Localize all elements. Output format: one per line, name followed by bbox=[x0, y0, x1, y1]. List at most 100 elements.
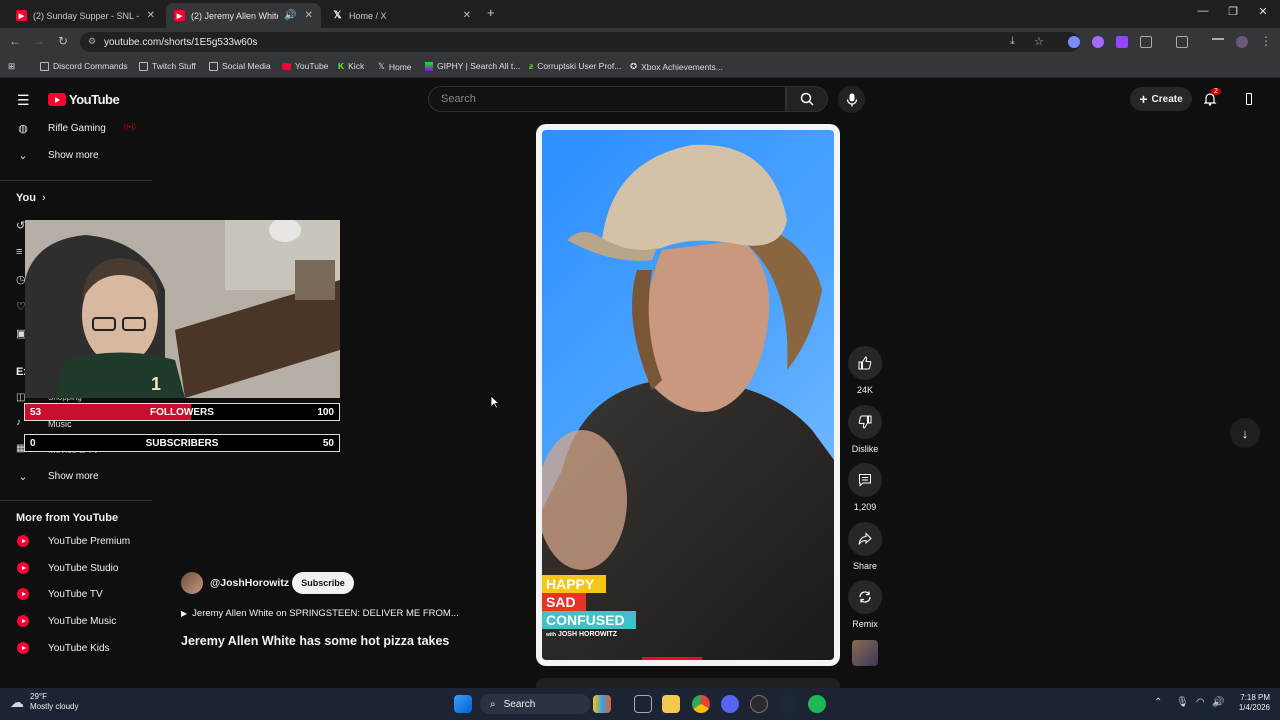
channel-avatar[interactable] bbox=[181, 572, 203, 594]
shorts-video-player[interactable]: HAPPY SAD CONFUSED with JOSH HOROWITZ bbox=[536, 124, 840, 666]
sidebar-show-more-2[interactable]: ⌄ Show more bbox=[0, 463, 150, 489]
menu-dots-icon[interactable]: ⋮ bbox=[1260, 34, 1272, 48]
account-avatar[interactable] bbox=[1246, 93, 1252, 105]
browser-tab-jeremy[interactable]: ▶ (2) Jeremy Allen White has 🔊 ✕ bbox=[166, 3, 321, 28]
forward-icon[interactable]: → bbox=[31, 34, 47, 48]
reload-icon[interactable]: ↻ bbox=[55, 34, 71, 48]
create-button[interactable]: + Create bbox=[1130, 87, 1192, 111]
bookmark-kick[interactable]: K Kick bbox=[338, 61, 364, 71]
minimize-icon[interactable]: — bbox=[1188, 5, 1218, 17]
close-tab-icon[interactable]: ✕ bbox=[305, 10, 313, 21]
video-frame[interactable]: HAPPY SAD CONFUSED with JOSH HOROWITZ bbox=[542, 130, 834, 660]
bookmark-giphy[interactable]: GIPHY | Search All t... bbox=[425, 61, 520, 71]
bookmark-youtube[interactable]: YouTube bbox=[282, 61, 328, 71]
close-tab-icon[interactable]: ✕ bbox=[463, 10, 471, 21]
wifi-icon[interactable]: ◠ bbox=[1196, 697, 1205, 708]
subscribe-button[interactable]: Subscribe bbox=[292, 572, 354, 594]
related-video-link[interactable]: ▶ Jeremy Allen White on SPRINGSTEEN: DEL… bbox=[181, 608, 459, 619]
dislike-button[interactable]: Dislike bbox=[848, 405, 882, 454]
extension-icon[interactable] bbox=[1092, 36, 1104, 48]
sidebar-item-label: YouTube Studio bbox=[48, 562, 119, 574]
media-controls-icon[interactable] bbox=[1212, 38, 1224, 46]
side-panel-icon[interactable] bbox=[1176, 36, 1188, 48]
sidebar-item-music-app[interactable]: YouTube Music bbox=[0, 608, 150, 634]
speaker-icon[interactable]: 🔊 bbox=[284, 10, 296, 21]
tray-chevron-up-icon[interactable]: ⌃ bbox=[1154, 697, 1162, 708]
sidebar-item-kids[interactable]: YouTube Kids bbox=[0, 635, 150, 661]
browser-tab-snl[interactable]: ▶ (2) Sunday Supper - SNL - YouTu ✕ bbox=[8, 3, 163, 28]
like-button[interactable]: 24K bbox=[848, 346, 882, 395]
profile-avatar[interactable] bbox=[1236, 36, 1248, 48]
discord-icon[interactable] bbox=[721, 695, 739, 713]
sidebar-item-studio[interactable]: YouTube Studio bbox=[0, 555, 150, 581]
sidebar-show-more[interactable]: ⌄ Show more bbox=[0, 142, 150, 168]
hamburger-menu-icon[interactable]: ☰ bbox=[17, 92, 30, 109]
notification-badge: 2 bbox=[1211, 88, 1221, 95]
spotify-icon[interactable] bbox=[808, 695, 826, 713]
task-view-icon[interactable] bbox=[634, 695, 652, 713]
microphone-tray-icon[interactable]: 🎙 bbox=[1176, 697, 1189, 708]
clock[interactable]: 7:18 PM 1/4/2026 bbox=[1230, 693, 1270, 713]
bookmark-corruptski[interactable]: ƶ Corruptski User Prof... bbox=[529, 61, 621, 71]
chrome-icon[interactable] bbox=[692, 695, 710, 713]
svg-text:1: 1 bbox=[151, 374, 161, 394]
bookmark-xbox[interactable]: ✪ Xbox Achievements... bbox=[630, 61, 723, 72]
install-icon[interactable]: ⤓ bbox=[1010, 35, 1015, 48]
file-explorer-icon[interactable] bbox=[662, 695, 680, 713]
browser-tab-x[interactable]: 𝕏 Home / X ✕ bbox=[324, 3, 479, 28]
share-button[interactable]: Share bbox=[848, 522, 882, 571]
close-tab-icon[interactable]: ✕ bbox=[147, 10, 155, 21]
sidebar-you-heading[interactable]: You › bbox=[16, 192, 46, 204]
new-tab-icon[interactable]: + bbox=[487, 5, 495, 20]
notifications-button[interactable]: 2 bbox=[1203, 88, 1221, 111]
play-icon: ▶ bbox=[181, 609, 188, 618]
search-button[interactable] bbox=[786, 86, 828, 112]
bookmark-discord-commands[interactable]: Discord Commands bbox=[40, 61, 128, 71]
webcam-overlay: 1 bbox=[25, 220, 340, 398]
apps-grid-icon[interactable]: ⊞ bbox=[8, 61, 15, 72]
history-icon[interactable]: ↺ bbox=[16, 219, 25, 232]
restore-icon[interactable]: ❐ bbox=[1218, 5, 1248, 18]
bookmark-label: Kick bbox=[348, 61, 365, 71]
back-icon[interactable]: ← bbox=[7, 34, 23, 48]
remix-icon bbox=[859, 591, 871, 603]
bookmark-label: YouTube bbox=[295, 61, 329, 71]
playlists-icon[interactable]: ≡ bbox=[16, 246, 22, 258]
address-bar[interactable]: ⚙ youtube.com/shorts/1E5g533w60s ⤓ ☆ bbox=[80, 32, 1080, 52]
taskbar-search[interactable]: ⌕ Search bbox=[480, 694, 590, 714]
remix-label: Remix bbox=[852, 619, 878, 629]
logo-line-confused: CONFUSED bbox=[542, 611, 636, 629]
extensions-puzzle-icon[interactable] bbox=[1140, 36, 1152, 48]
bookmark-twitch-stuff[interactable]: Twitch Stuff bbox=[139, 61, 196, 71]
sidebar-item-premium[interactable]: YouTube Premium bbox=[0, 528, 150, 554]
weather-widget[interactable]: ☁ 29°F Mostly cloudy bbox=[10, 692, 78, 712]
bookmark-star-icon[interactable]: ☆ bbox=[1034, 35, 1044, 48]
sidebar-item-tv[interactable]: YouTube TV bbox=[0, 581, 150, 607]
site-info-icon[interactable]: ⚙ bbox=[88, 36, 96, 47]
bookmark-social-media[interactable]: Social Media bbox=[209, 61, 271, 71]
bookmark-label: Xbox Achievements... bbox=[641, 61, 723, 72]
voice-search-button[interactable] bbox=[838, 86, 865, 113]
close-window-icon[interactable]: ✕ bbox=[1248, 5, 1278, 18]
windows-start-icon[interactable] bbox=[454, 695, 472, 713]
folder-icon bbox=[139, 61, 148, 71]
volume-icon[interactable]: 🔊 bbox=[1212, 697, 1224, 708]
next-short-preview[interactable] bbox=[536, 678, 840, 688]
comments-button[interactable]: 1,209 bbox=[848, 463, 882, 512]
search-input[interactable]: Search bbox=[428, 86, 786, 112]
bookmark-home-x[interactable]: 𝕏 Home bbox=[378, 61, 412, 72]
steam-icon[interactable] bbox=[779, 695, 797, 713]
extension-icon[interactable] bbox=[1068, 36, 1080, 48]
video-progress-bar[interactable] bbox=[642, 657, 702, 660]
remix-button[interactable]: Remix bbox=[848, 580, 882, 629]
sidebar-item-rifle-gaming[interactable]: ◍ Rifle Gaming ((•)) bbox=[0, 115, 150, 141]
channel-handle[interactable]: @JoshHorowitz bbox=[210, 577, 289, 589]
music-icon[interactable]: ♪ bbox=[16, 417, 21, 428]
sound-thumbnail[interactable] bbox=[852, 640, 878, 666]
twitch-extension-icon[interactable] bbox=[1116, 36, 1128, 48]
giphy-icon bbox=[425, 61, 433, 71]
youtube-logo[interactable]: YouTube bbox=[48, 92, 120, 107]
next-short-button[interactable]: ↓ bbox=[1230, 418, 1260, 448]
obs-icon[interactable] bbox=[750, 695, 768, 713]
sidebar-item-label: YouTube Music bbox=[48, 615, 117, 627]
